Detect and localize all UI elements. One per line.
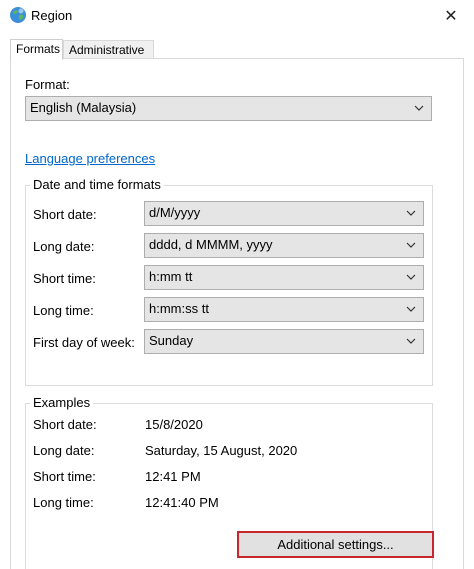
long-time-select-value: h:mm:ss tt [149,301,209,316]
example-short-date-value: 15/8/2020 [145,417,203,432]
long-date-select-value: dddd, d MMMM, yyyy [149,237,273,252]
chevron-down-icon [406,306,416,312]
chevron-down-icon [406,210,416,216]
additional-settings-button[interactable]: Additional settings... [237,531,434,558]
first-day-of-week-select-value: Sunday [149,333,194,348]
example-short-date-label: Short date: [33,417,97,432]
title-bar: Region ✕ [0,0,474,32]
tab-formats[interactable]: Formats [10,39,63,60]
formats-panel: Format: English (Malaysia) Language pref… [10,58,464,569]
format-select-value: English (Malaysia) [30,100,137,115]
chevron-down-icon [414,105,424,111]
example-long-time-label: Long time: [33,495,94,510]
close-icon[interactable]: ✕ [444,6,457,26]
globe-icon [10,7,26,23]
example-long-date-value: Saturday, 15 August, 2020 [145,443,298,458]
first-day-of-week-label: First day of week: [33,335,135,350]
language-preferences-link[interactable]: Language preferences [25,151,155,166]
long-date-label: Long date: [33,239,95,254]
close-button[interactable]: ✕ [428,0,474,32]
long-time-label: Long time: [33,303,94,318]
chevron-down-icon [406,242,416,248]
chevron-down-icon [406,274,416,280]
first-day-of-week-select[interactable]: Sunday [144,329,424,354]
tab-administrative[interactable]: Administrative [63,40,154,59]
short-time-select[interactable]: h:mm tt [144,265,424,290]
examples-title: Examples [30,395,94,410]
example-short-time-label: Short time: [33,469,96,484]
short-time-label: Short time: [33,271,96,286]
format-select[interactable]: English (Malaysia) [25,96,432,121]
example-short-time-value: 12:41 PM [145,469,201,484]
example-long-time-value: 12:41:40 PM [145,495,219,510]
short-date-select[interactable]: d/M/yyyy [144,201,424,226]
example-long-date-label: Long date: [33,443,95,458]
chevron-down-icon [406,338,416,344]
date-time-formats-title: Date and time formats [30,177,164,192]
format-label: Format: [25,77,70,92]
short-time-select-value: h:mm tt [149,269,193,284]
short-date-select-value: d/M/yyyy [149,205,201,220]
long-date-select[interactable]: dddd, d MMMM, yyyy [144,233,424,258]
long-time-select[interactable]: h:mm:ss tt [144,297,424,322]
window-title: Region [31,8,73,23]
short-date-label: Short date: [33,207,97,222]
